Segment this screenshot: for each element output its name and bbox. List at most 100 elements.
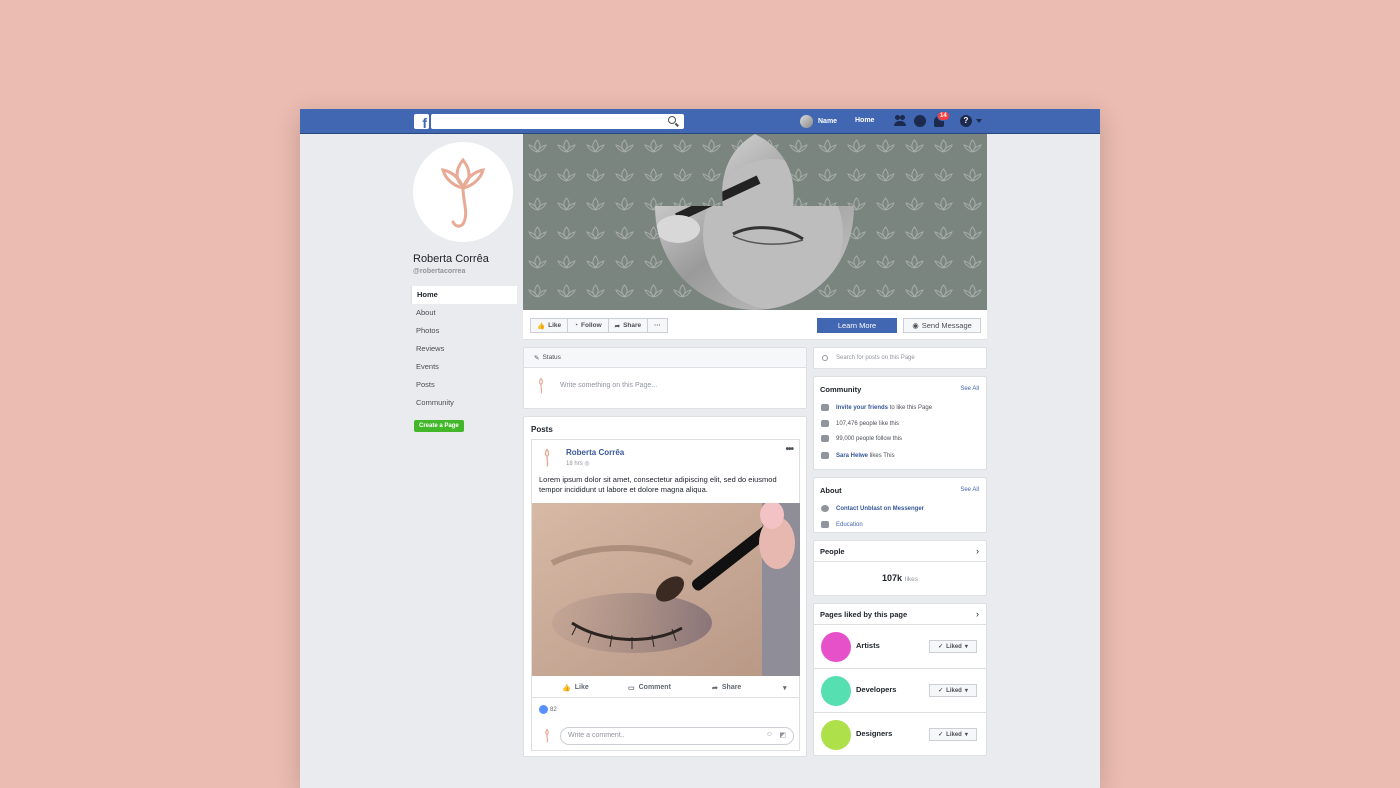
- invite-friends-icon: [821, 404, 829, 411]
- page-follows-row: 99,000 people follow this: [821, 435, 902, 442]
- liked-button[interactable]: ✓ Liked ▾: [929, 640, 977, 653]
- avatar[interactable]: [821, 632, 851, 662]
- liked-page-row: Designers ✓ Liked ▾: [814, 712, 986, 756]
- left-nav-item-about[interactable]: About: [411, 304, 517, 322]
- reaction-count[interactable]: 82: [539, 705, 557, 714]
- liked-button[interactable]: ✓ Liked ▾: [929, 684, 977, 697]
- left-nav-item-home[interactable]: Home: [411, 286, 517, 304]
- post-action-bar: 👍 Like ▭ Comment ➦ Share ▾: [532, 678, 800, 698]
- friends-icon: [821, 452, 829, 459]
- search-input[interactable]: [431, 114, 684, 129]
- avatar: [545, 728, 549, 743]
- notification-badge: 14: [937, 111, 950, 121]
- share-arrow-icon: ➦: [712, 684, 718, 692]
- brand-leaf-logo-icon: [440, 157, 486, 228]
- liked-page-name[interactable]: Artists: [856, 641, 880, 650]
- search-icon: [822, 355, 828, 361]
- page-title: Roberta Corrêa: [413, 253, 489, 265]
- caret-down-icon: ▾: [964, 644, 968, 650]
- status-tab[interactable]: ✎ Status: [524, 348, 806, 368]
- share-arrow-icon: ➦: [614, 322, 621, 330]
- more-options-button[interactable]: ···: [647, 318, 668, 333]
- cover-pattern: [523, 134, 987, 310]
- nav-user-name: Name: [818, 118, 838, 125]
- liked-page-name[interactable]: Designers: [856, 729, 892, 738]
- status-input[interactable]: Write something on this Page...: [560, 382, 657, 389]
- post-comment-button[interactable]: ▭ Comment: [628, 684, 671, 692]
- post-timestamp[interactable]: 18 hrs ◎: [566, 460, 590, 467]
- caret-down-icon: ▾: [964, 688, 968, 694]
- about-section: About See All Contact Unblast on Messeng…: [813, 477, 987, 533]
- post-text: Lorem ipsum dolor sit amet, consectetur …: [539, 475, 777, 494]
- like-reaction-icon: [539, 705, 548, 714]
- post-author-link[interactable]: Roberta Corrêa: [566, 448, 624, 457]
- people-section: People › 107k likes: [813, 540, 987, 596]
- like-page-button[interactable]: 👍 Like: [530, 318, 569, 333]
- post-image[interactable]: [532, 503, 800, 676]
- community-section: Community See All Invite your friends to…: [813, 376, 987, 470]
- search-icon[interactable]: [668, 116, 676, 124]
- avatar[interactable]: [821, 720, 851, 750]
- page-action-buttons: 👍 Like ◔ Follow ➦ Share ···: [530, 318, 668, 333]
- avatar[interactable]: [821, 676, 851, 706]
- friend-profile-link[interactable]: Sara Helwe: [836, 453, 868, 459]
- sticker-icon[interactable]: ◩: [779, 731, 786, 739]
- nav-home-link[interactable]: Home: [855, 117, 874, 124]
- chevron-down-icon[interactable]: ▾: [783, 684, 787, 692]
- help-icon[interactable]: ?: [960, 115, 972, 127]
- community-see-all-link[interactable]: See All: [960, 386, 979, 392]
- category-link[interactable]: Education: [836, 522, 863, 528]
- send-message-button[interactable]: ◉ Send Message: [903, 318, 981, 333]
- create-page-button[interactable]: Create a Page: [414, 420, 464, 432]
- learn-more-button[interactable]: Learn More: [817, 318, 897, 333]
- messenger-icon[interactable]: [914, 115, 926, 127]
- left-nav-item-reviews[interactable]: Reviews: [411, 340, 517, 358]
- left-nav-item-photos[interactable]: Photos: [411, 322, 517, 340]
- nav-user-profile[interactable]: Name: [800, 114, 837, 129]
- friend-requests-icon[interactable]: [894, 115, 906, 127]
- invite-friends-row: Invite your friends to like this Page: [821, 404, 932, 411]
- comment-input[interactable]: Write a comment.. ☺ ◩: [560, 727, 794, 745]
- liked-button[interactable]: ✓ Liked ▾: [929, 728, 977, 741]
- post-options-icon[interactable]: •••: [785, 444, 793, 455]
- posts-section: Posts Roberta Corrêa 18 hrs ◎ ••• Lorem …: [523, 416, 807, 757]
- folder-icon: [821, 521, 829, 528]
- avatar: [539, 377, 543, 394]
- cover-photo[interactable]: [523, 134, 987, 310]
- browser-frame: f Name Home 14 ? Roberta Corrêa @roberta…: [300, 109, 1100, 788]
- nav-icon-group: 14 ?: [894, 111, 982, 127]
- account-menu-caret-icon[interactable]: [976, 119, 982, 123]
- liked-page-name[interactable]: Developers: [856, 685, 896, 694]
- left-nav-item-events[interactable]: Events: [411, 358, 517, 376]
- makeup-photo: [532, 503, 800, 676]
- avatar[interactable]: [539, 447, 555, 469]
- notifications-icon[interactable]: 14: [934, 111, 950, 127]
- liked-pages-title[interactable]: Pages liked by this page: [820, 610, 907, 619]
- chevron-right-icon[interactable]: ›: [976, 609, 979, 619]
- facebook-logo-icon[interactable]: f: [414, 114, 429, 130]
- share-page-button[interactable]: ➦ Share: [607, 318, 649, 333]
- about-category-row: Education: [821, 521, 863, 528]
- about-see-all-link[interactable]: See All: [960, 487, 979, 493]
- page-search-input[interactable]: Search for posts on this Page: [813, 347, 987, 369]
- pencil-icon: ✎: [534, 355, 540, 362]
- friend-likes-row: Sara Helwe likes This: [821, 452, 895, 459]
- check-icon: ✓: [938, 732, 944, 738]
- community-title: Community: [820, 385, 862, 394]
- left-nav-item-posts[interactable]: Posts: [411, 376, 517, 394]
- invite-friends-link[interactable]: Invite your friends: [836, 405, 888, 411]
- messenger-icon: ◉: [912, 321, 919, 330]
- post-like-button[interactable]: 👍 Like: [562, 684, 589, 692]
- left-nav-item-community[interactable]: Community: [411, 394, 517, 412]
- contact-messenger-link[interactable]: Contact Unblast on Messenger: [836, 506, 924, 512]
- profile-picture[interactable]: [411, 140, 515, 244]
- check-icon: ✓: [938, 644, 944, 650]
- follow-button[interactable]: ◔ Follow: [567, 318, 609, 333]
- people-title[interactable]: People: [820, 547, 845, 556]
- thumbs-up-icon: 👍: [537, 322, 546, 330]
- page-action-bar: 👍 Like ◔ Follow ➦ Share ··· Learn More ◉ Sen…: [523, 310, 987, 340]
- emoji-icon[interactable]: ☺: [766, 731, 773, 738]
- chevron-right-icon[interactable]: ›: [976, 546, 979, 556]
- liked-pages-section: Pages liked by this page › Artists ✓ Like…: [813, 603, 987, 756]
- post-share-button[interactable]: ➦ Share: [712, 684, 741, 692]
